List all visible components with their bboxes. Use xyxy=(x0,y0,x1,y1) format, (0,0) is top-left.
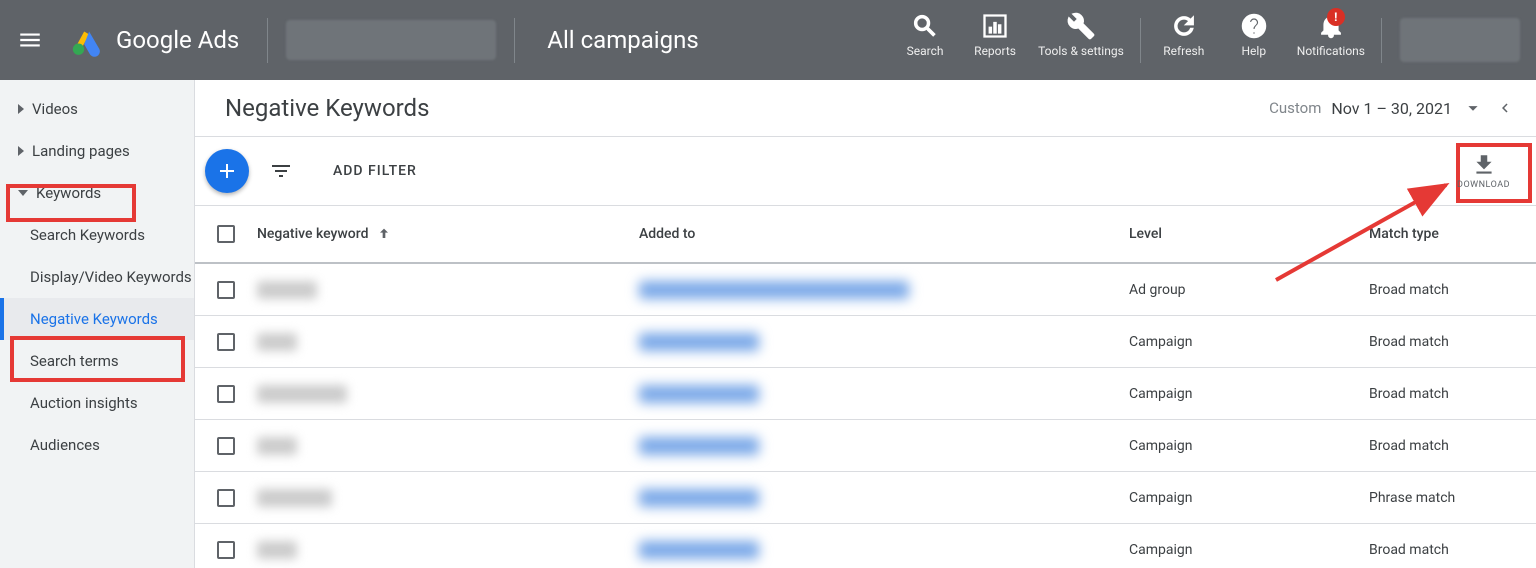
match-type-cell: Broad match xyxy=(1369,438,1536,454)
content: Negative Keywords Custom Nov 1 – 30, 202… xyxy=(195,80,1536,568)
menu-icon[interactable] xyxy=(0,0,60,80)
wrench-icon xyxy=(1067,12,1095,40)
app-header: Google Ads All campaigns Search Reports … xyxy=(0,0,1536,80)
match-type-cell: Phrase match xyxy=(1369,490,1536,506)
match-type-cell: Broad match xyxy=(1369,334,1536,350)
match-type-cell: Broad match xyxy=(1369,542,1536,558)
keyword-cell xyxy=(257,333,297,351)
search-icon xyxy=(911,12,939,40)
sidebar-item-landing[interactable]: Landing pages xyxy=(0,130,194,172)
date-range[interactable]: Nov 1 – 30, 2021 xyxy=(1331,99,1452,118)
page-title: Negative Keywords xyxy=(225,94,1269,122)
keyword-cell xyxy=(257,385,347,403)
table-row[interactable]: Ad groupBroad match xyxy=(195,264,1536,316)
help-icon xyxy=(1240,12,1268,40)
tool-notifications[interactable]: ! Notifications xyxy=(1289,0,1373,58)
table-header: Negative keyword Added to Level Match ty… xyxy=(195,206,1536,264)
chevron-left-icon[interactable] xyxy=(1496,99,1514,117)
add-button[interactable] xyxy=(205,149,249,193)
caret-down-icon xyxy=(18,190,28,196)
chevron-down-icon[interactable] xyxy=(1462,97,1484,119)
reports-icon xyxy=(981,12,1009,40)
brand-text: Google Ads xyxy=(116,26,239,54)
sort-arrow-icon xyxy=(376,226,392,242)
download-button[interactable]: DOWNLOAD xyxy=(1453,150,1514,192)
sidebar-item-negative-keywords[interactable]: Negative Keywords xyxy=(0,298,194,340)
refresh-icon xyxy=(1170,12,1198,40)
sidebar-item-display-video-keywords[interactable]: Display/Video Keywords xyxy=(0,256,194,298)
tool-help[interactable]: Help xyxy=(1219,0,1289,58)
ads-logo[interactable]: Google Ads xyxy=(60,23,249,57)
level-cell: Campaign xyxy=(1129,386,1369,402)
level-cell: Campaign xyxy=(1129,490,1369,506)
title-row: Negative Keywords Custom Nov 1 – 30, 202… xyxy=(195,80,1536,137)
row-checkbox[interactable] xyxy=(217,333,235,351)
col-negative-keyword[interactable]: Negative keyword xyxy=(257,226,639,242)
sidebar-item-videos[interactable]: Videos xyxy=(0,88,194,130)
added-to-cell[interactable] xyxy=(639,489,759,507)
added-to-cell[interactable] xyxy=(639,385,759,403)
account-switcher[interactable] xyxy=(1400,18,1520,62)
plus-icon xyxy=(215,159,239,183)
filter-icon xyxy=(269,159,293,183)
sidebar: Videos Landing pages Keywords Search Key… xyxy=(0,80,195,568)
row-checkbox[interactable] xyxy=(217,541,235,559)
keyword-cell xyxy=(257,281,317,299)
scope-text[interactable]: All campaigns xyxy=(533,26,712,54)
added-to-cell[interactable] xyxy=(639,281,909,299)
caret-right-icon xyxy=(18,146,24,156)
col-added-to[interactable]: Added to xyxy=(639,226,1129,242)
table-row[interactable]: CampaignBroad match xyxy=(195,316,1536,368)
keyword-cell xyxy=(257,437,297,455)
row-checkbox[interactable] xyxy=(217,385,235,403)
download-icon xyxy=(1471,152,1497,178)
added-to-cell[interactable] xyxy=(639,437,759,455)
table-row[interactable]: CampaignBroad match xyxy=(195,524,1536,568)
level-cell: Campaign xyxy=(1129,438,1369,454)
added-to-cell[interactable] xyxy=(639,333,759,351)
col-level[interactable]: Level xyxy=(1129,226,1369,242)
table-row[interactable]: CampaignBroad match xyxy=(195,420,1536,472)
notification-badge: ! xyxy=(1327,8,1345,26)
level-cell: Campaign xyxy=(1129,542,1369,558)
tool-reports[interactable]: Reports xyxy=(960,0,1030,58)
header-left: Google Ads All campaigns xyxy=(0,0,713,80)
row-checkbox[interactable] xyxy=(217,489,235,507)
tool-refresh[interactable]: Refresh xyxy=(1149,0,1219,58)
tool-search[interactable]: Search xyxy=(890,0,960,58)
toolbar-row: ADD FILTER DOWNLOAD xyxy=(195,137,1536,206)
sidebar-item-search-terms[interactable]: Search terms xyxy=(0,340,194,382)
col-match-type[interactable]: Match type xyxy=(1369,226,1536,242)
divider xyxy=(267,18,268,63)
level-cell: Campaign xyxy=(1129,334,1369,350)
row-checkbox[interactable] xyxy=(217,437,235,455)
tool-tools-settings[interactable]: Tools & settings xyxy=(1030,0,1132,58)
row-checkbox[interactable] xyxy=(217,281,235,299)
match-type-cell: Broad match xyxy=(1369,386,1536,402)
table-row[interactable]: CampaignBroad match xyxy=(195,368,1536,420)
account-selector[interactable] xyxy=(286,20,496,60)
sidebar-item-audiences[interactable]: Audiences xyxy=(0,424,194,466)
divider xyxy=(1140,18,1141,63)
date-label: Custom xyxy=(1269,99,1321,117)
divider xyxy=(1381,18,1382,63)
sidebar-item-auction-insights[interactable]: Auction insights xyxy=(0,382,194,424)
add-filter-button[interactable]: ADD FILTER xyxy=(333,163,417,179)
added-to-cell[interactable] xyxy=(639,541,759,559)
caret-right-icon xyxy=(18,104,24,114)
sidebar-item-keywords[interactable]: Keywords xyxy=(0,172,194,214)
level-cell: Ad group xyxy=(1129,282,1369,298)
select-all-checkbox[interactable] xyxy=(217,225,235,243)
header-tools: Search Reports Tools & settings Refresh … xyxy=(890,0,1536,80)
keywords-table: Negative keyword Added to Level Match ty… xyxy=(195,206,1536,568)
keyword-cell xyxy=(257,541,297,559)
table-row[interactable]: CampaignPhrase match xyxy=(195,472,1536,524)
google-ads-icon xyxy=(70,23,104,57)
filter-icon-button[interactable] xyxy=(259,149,303,193)
main-area: Videos Landing pages Keywords Search Key… xyxy=(0,80,1536,568)
divider xyxy=(514,18,515,63)
keyword-cell xyxy=(257,489,332,507)
sidebar-item-search-keywords[interactable]: Search Keywords xyxy=(0,214,194,256)
match-type-cell: Broad match xyxy=(1369,282,1536,298)
